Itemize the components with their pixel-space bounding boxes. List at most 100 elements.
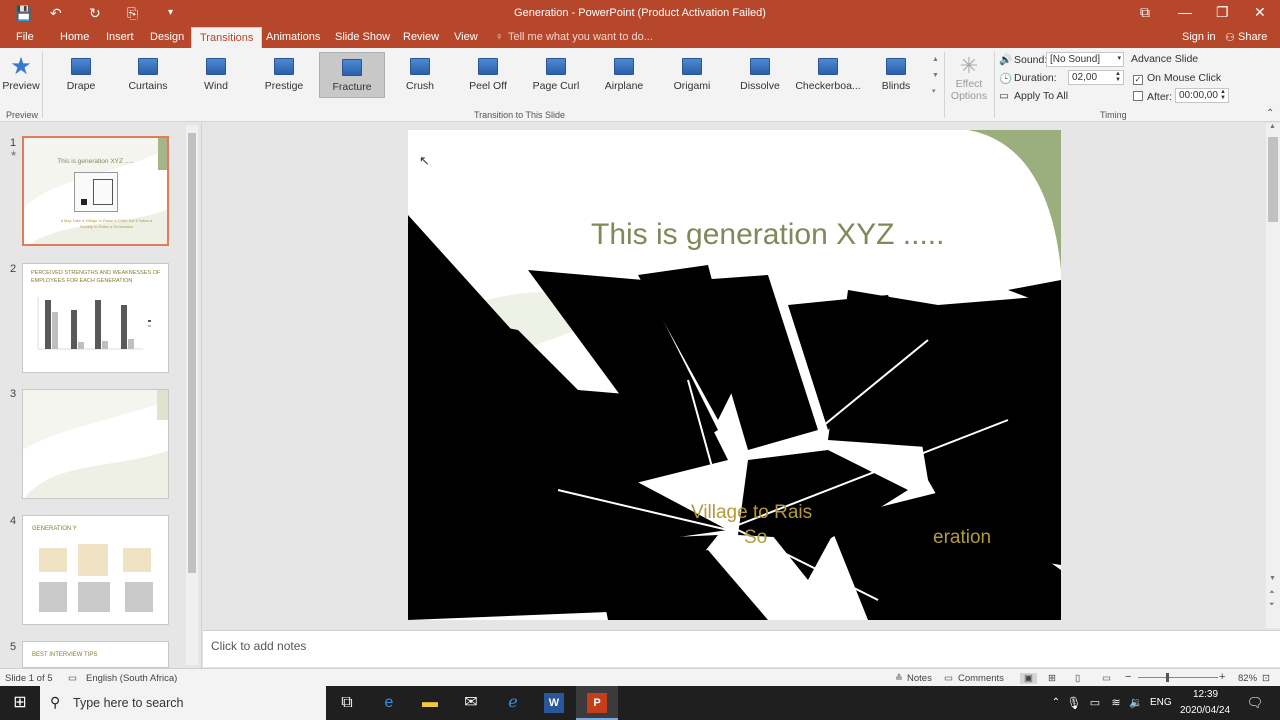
transition-icon bbox=[682, 58, 702, 75]
transition-blinds-button[interactable]: Blinds bbox=[863, 52, 929, 98]
on-mouse-click-checkbox[interactable]: ✓ On Mouse Click bbox=[1133, 72, 1221, 85]
normal-view-icon[interactable]: ▣ bbox=[1020, 673, 1037, 684]
collapse-ribbon-icon[interactable]: ⌃ bbox=[1266, 108, 1274, 119]
battery-icon[interactable]: ▭ bbox=[1085, 693, 1105, 713]
file-explorer-icon[interactable]: ▬ bbox=[420, 693, 440, 713]
after-time-input[interactable]: 00:00,00 ▲ ▼ bbox=[1175, 88, 1229, 103]
ribbon-display-icon[interactable]: ⧉ bbox=[1140, 4, 1150, 21]
notes-icon[interactable]: ≗ bbox=[895, 673, 903, 684]
duration-input[interactable]: 02,00 ▲ ▼ bbox=[1068, 70, 1124, 85]
zoom-slider[interactable] bbox=[1138, 673, 1218, 682]
input-language[interactable]: ENG bbox=[1150, 697, 1172, 708]
slide-thumbnail-2[interactable]: PERCEIVED STRENGTHS AND WEAKNESSES OF EM… bbox=[22, 263, 169, 373]
restore-icon[interactable]: ❐ bbox=[1216, 4, 1229, 21]
microphone-icon[interactable]: 🎙 bbox=[1064, 693, 1084, 713]
slide-sorter-icon[interactable]: ⊞ bbox=[1048, 673, 1056, 684]
volume-icon[interactable]: 🔉 bbox=[1126, 693, 1146, 713]
tab-view[interactable]: View bbox=[454, 31, 478, 43]
cartoon-image bbox=[74, 172, 118, 212]
slide-thumbnail-4[interactable]: GENERATION Y bbox=[22, 515, 169, 625]
transition-crush-button[interactable]: Crush bbox=[387, 52, 453, 98]
editor-scrollbar[interactable]: ▲ ▼ ⏶ ⏷ bbox=[1266, 123, 1280, 628]
transition-dissolve-button[interactable]: Dissolve bbox=[727, 52, 793, 98]
transition-drape-button[interactable]: Drape bbox=[48, 52, 114, 98]
word-icon[interactable]: W bbox=[544, 693, 564, 713]
spinner-icon[interactable]: ▲ ▼ bbox=[1220, 89, 1226, 101]
zoom-level[interactable]: 82% bbox=[1238, 673, 1257, 684]
tab-slide-show[interactable]: Slide Show bbox=[335, 31, 390, 43]
preview-button[interactable]: ★ Preview bbox=[0, 52, 42, 98]
tab-home[interactable]: Home bbox=[60, 31, 89, 43]
after-checkbox[interactable]: After: bbox=[1133, 91, 1172, 103]
slide-thumbnail-1[interactable]: This is generation XYZ ..... It May Take… bbox=[22, 136, 169, 246]
tell-me-search[interactable]: Tell me what you want to do... bbox=[508, 31, 653, 43]
powerpoint-taskbar-button[interactable]: P bbox=[576, 686, 618, 720]
transition-page-curl-button[interactable]: Page Curl bbox=[523, 52, 589, 98]
language-indicator[interactable]: English (South Africa) bbox=[86, 673, 177, 684]
current-slide[interactable]: This is generation XYZ ..... Village to … bbox=[408, 130, 1061, 620]
tab-review[interactable]: Review bbox=[403, 31, 439, 43]
comments-icon[interactable]: ▭ bbox=[944, 673, 953, 684]
edge-icon[interactable]: e bbox=[379, 693, 399, 713]
slideshow-view-icon[interactable]: ▭ bbox=[1102, 673, 1111, 684]
slide-thumbnail-5[interactable]: BEST INTERVIEW TIPS bbox=[22, 641, 169, 668]
transition-prestige-button[interactable]: Prestige bbox=[251, 52, 317, 98]
thumbnail-scrollbar[interactable] bbox=[186, 125, 198, 665]
transition-wind-button[interactable]: Wind bbox=[183, 52, 249, 98]
mail-icon[interactable]: ✉ bbox=[461, 693, 481, 713]
comments-toggle[interactable]: Comments bbox=[958, 673, 1004, 684]
notes-pane[interactable]: Click to add notes bbox=[203, 630, 1280, 667]
tab-animations[interactable]: Animations bbox=[266, 31, 320, 43]
wifi-icon[interactable]: ≋ bbox=[1106, 693, 1126, 713]
effect-options-button[interactable]: ✳ Effect Options bbox=[946, 52, 992, 103]
transition-group-label: Transition to This Slide bbox=[474, 110, 566, 120]
zoom-out-icon[interactable]: − bbox=[1125, 671, 1131, 683]
slide-thumbnail-3[interactable] bbox=[22, 389, 169, 499]
minimize-icon[interactable]: — bbox=[1178, 4, 1192, 20]
scroll-up-icon[interactable]: ▲ bbox=[1269, 123, 1276, 130]
transition-checkerboa-button[interactable]: Checkerboa... bbox=[795, 52, 861, 98]
tab-insert[interactable]: Insert bbox=[106, 31, 134, 43]
sound-select[interactable]: [No Sound] ▾ bbox=[1046, 52, 1124, 67]
sign-in-link[interactable]: Sign in bbox=[1182, 31, 1216, 43]
transition-curtains-button[interactable]: Curtains bbox=[115, 52, 181, 98]
notes-placeholder[interactable]: Click to add notes bbox=[211, 639, 306, 653]
spellcheck-icon[interactable]: ▭ bbox=[68, 673, 77, 684]
taskbar-search[interactable]: ⚲ Type here to search bbox=[40, 686, 326, 720]
slide-subtitle-fragment: eration bbox=[933, 527, 992, 548]
next-slide-icon[interactable]: ⏷ bbox=[1269, 601, 1275, 609]
zoom-slider-thumb[interactable] bbox=[1166, 673, 1169, 682]
scroll-down-icon[interactable]: ▼ bbox=[1269, 575, 1276, 582]
chevron-up-icon[interactable]: ⌃ bbox=[1046, 693, 1066, 713]
scrollbar-thumb[interactable] bbox=[188, 133, 196, 573]
transition-origami-button[interactable]: Origami bbox=[659, 52, 725, 98]
tab-design[interactable]: Design bbox=[150, 31, 184, 43]
notes-toggle[interactable]: Notes bbox=[907, 673, 932, 684]
spinner-icon[interactable]: ▲ ▼ bbox=[1115, 71, 1121, 83]
divider bbox=[42, 52, 43, 118]
close-icon[interactable]: ✕ bbox=[1254, 4, 1266, 21]
zoom-in-icon[interactable]: + bbox=[1219, 671, 1225, 683]
transition-airplane-button[interactable]: Airplane bbox=[591, 52, 657, 98]
apply-to-all-button[interactable]: Apply To All bbox=[1014, 90, 1068, 102]
internet-explorer-icon[interactable]: ℯ bbox=[503, 693, 523, 713]
tab-transitions[interactable]: Transitions bbox=[191, 27, 263, 48]
windows-start-icon[interactable]: ⊞ bbox=[10, 693, 30, 713]
share-icon[interactable]: ⚇ bbox=[1225, 31, 1235, 44]
previous-slide-icon[interactable]: ⏶ bbox=[1269, 589, 1275, 597]
transition-fracture-button[interactable]: Fracture bbox=[319, 52, 385, 98]
task-view-icon[interactable]: ⧉ bbox=[337, 693, 357, 713]
scrollbar-thumb[interactable] bbox=[1268, 137, 1278, 222]
clock-date[interactable]: 2020/04/24 bbox=[1180, 705, 1230, 716]
gallery-scroll[interactable]: ▲ ▼ ▾ bbox=[932, 52, 942, 102]
reading-view-icon[interactable]: ▯ bbox=[1075, 673, 1080, 684]
clock-time[interactable]: 12:39 bbox=[1193, 689, 1218, 700]
transition-peel-off-button[interactable]: Peel Off bbox=[455, 52, 521, 98]
transition-star-icon: ★ bbox=[10, 149, 18, 158]
tab-file[interactable]: File bbox=[16, 31, 34, 43]
notification-icon[interactable]: 🗨 bbox=[1245, 693, 1265, 713]
transition-icon bbox=[750, 58, 770, 75]
share-button[interactable]: Share bbox=[1238, 31, 1267, 43]
fit-slide-icon[interactable]: ⊡ bbox=[1262, 673, 1270, 684]
ribbon-tabs: File Home Insert Design Transitions Anim… bbox=[0, 27, 1280, 48]
